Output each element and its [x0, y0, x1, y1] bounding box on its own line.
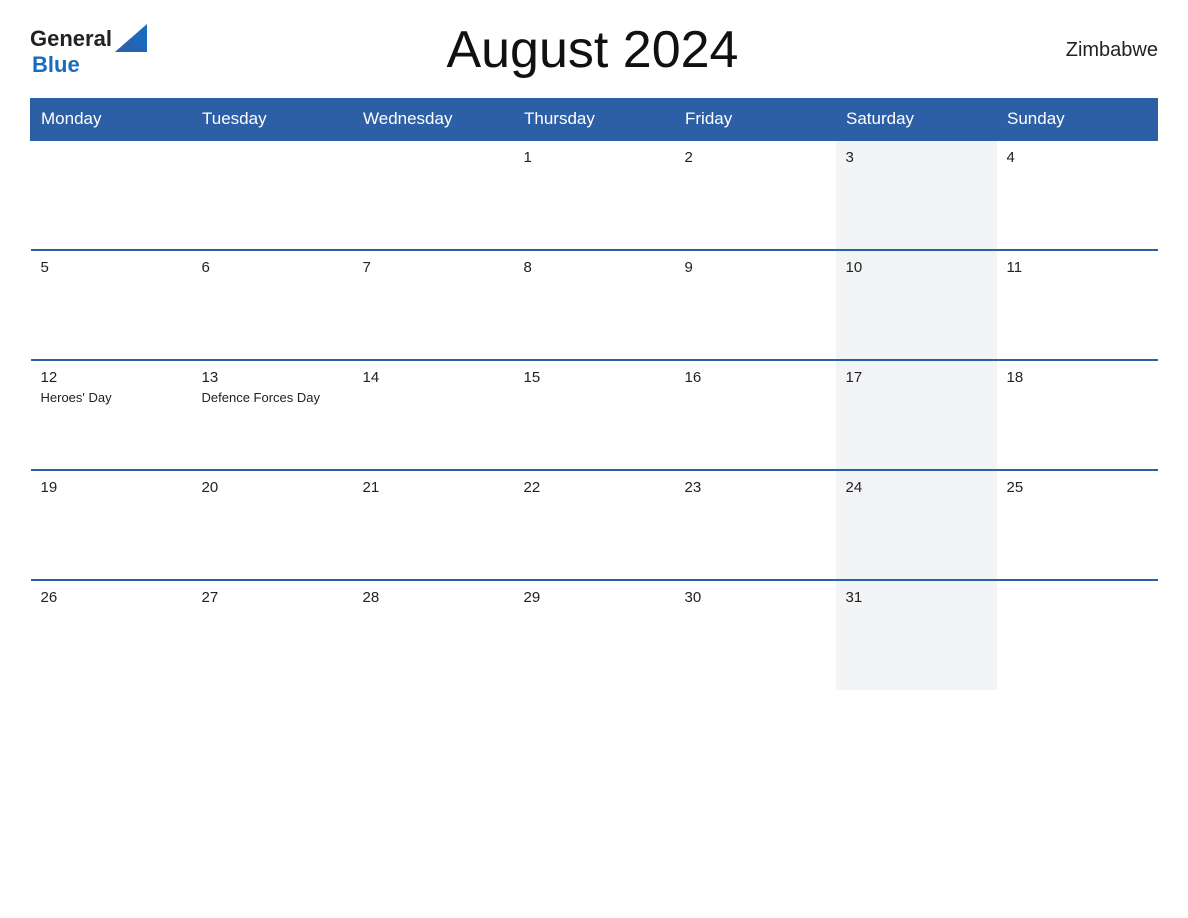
country-label: Zimbabwe: [1038, 39, 1158, 62]
calendar-cell: 17: [836, 360, 997, 470]
day-number: 26: [41, 589, 182, 606]
day-number: 24: [846, 479, 987, 496]
calendar-table: MondayTuesdayWednesdayThursdayFridaySatu…: [30, 98, 1158, 690]
calendar-cell: 11: [997, 250, 1158, 360]
calendar-cell: 25: [997, 470, 1158, 580]
calendar-cell: [997, 580, 1158, 690]
day-number: 14: [363, 369, 504, 386]
calendar-cell: 22: [514, 470, 675, 580]
day-number: 15: [524, 369, 665, 386]
calendar-cell: 3: [836, 140, 997, 250]
page-header: General Blue August 2024 Zimbabwe: [30, 20, 1158, 80]
weekday-header-tuesday: Tuesday: [192, 99, 353, 141]
month-title: August 2024: [147, 20, 1038, 80]
calendar-cell: 21: [353, 470, 514, 580]
calendar-cell: 18: [997, 360, 1158, 470]
calendar-cell: 10: [836, 250, 997, 360]
day-number: 17: [846, 369, 987, 386]
calendar-cell: [353, 140, 514, 250]
day-number: 18: [1007, 369, 1148, 386]
calendar-cell: 30: [675, 580, 836, 690]
calendar-cell: 1: [514, 140, 675, 250]
day-number: 3: [846, 149, 987, 166]
week-row-2: 5 6 7 8 9 10 11: [31, 250, 1158, 360]
calendar-cell: [31, 140, 192, 250]
logo-icon: [115, 24, 147, 52]
day-number: 6: [202, 259, 343, 276]
weekday-header-sunday: Sunday: [997, 99, 1158, 141]
day-number: 31: [846, 589, 987, 606]
day-number: 28: [363, 589, 504, 606]
calendar-cell: 5: [31, 250, 192, 360]
day-number: 29: [524, 589, 665, 606]
logo: General Blue: [30, 24, 147, 77]
logo-general-text: General: [30, 28, 112, 50]
holiday-label: Heroes' Day: [41, 390, 112, 405]
calendar-cell: 27: [192, 580, 353, 690]
day-number: 11: [1007, 259, 1148, 276]
day-number: 2: [685, 149, 826, 166]
day-number: 5: [41, 259, 182, 276]
week-row-1: 1 2 3 4: [31, 140, 1158, 250]
calendar-cell: 24: [836, 470, 997, 580]
day-number: 12: [41, 369, 182, 386]
week-row-3: 12 Heroes' Day 13 Defence Forces Day 14 15 16 1…: [31, 360, 1158, 470]
calendar-cell: 8: [514, 250, 675, 360]
calendar-cell: 13 Defence Forces Day: [192, 360, 353, 470]
weekday-header-monday: Monday: [31, 99, 192, 141]
weekday-header-row: MondayTuesdayWednesdayThursdayFridaySatu…: [31, 99, 1158, 141]
calendar-cell: 15: [514, 360, 675, 470]
day-number: 16: [685, 369, 826, 386]
weekday-header-saturday: Saturday: [836, 99, 997, 141]
calendar-cell: 26: [31, 580, 192, 690]
week-row-4: 19 20 21 22 23 24 25: [31, 470, 1158, 580]
day-number: 4: [1007, 149, 1148, 166]
day-number: 10: [846, 259, 987, 276]
day-number: 21: [363, 479, 504, 496]
day-number: 13: [202, 369, 343, 386]
day-number: 8: [524, 259, 665, 276]
calendar-cell: 9: [675, 250, 836, 360]
day-number: 22: [524, 479, 665, 496]
logo-blue-text: Blue: [32, 52, 80, 77]
weekday-header-thursday: Thursday: [514, 99, 675, 141]
calendar-cell: 2: [675, 140, 836, 250]
day-number: 19: [41, 479, 182, 496]
calendar-cell: 29: [514, 580, 675, 690]
calendar-cell: 7: [353, 250, 514, 360]
calendar-cell: [192, 140, 353, 250]
weekday-header-friday: Friday: [675, 99, 836, 141]
day-number: 30: [685, 589, 826, 606]
day-number: 25: [1007, 479, 1148, 496]
calendar-cell: 31: [836, 580, 997, 690]
calendar-cell: 14: [353, 360, 514, 470]
day-number: 23: [685, 479, 826, 496]
calendar-cell: 23: [675, 470, 836, 580]
calendar-cell: 28: [353, 580, 514, 690]
calendar-cell: 12 Heroes' Day: [31, 360, 192, 470]
holiday-label: Defence Forces Day: [202, 390, 321, 405]
day-number: 27: [202, 589, 343, 606]
weekday-header-wednesday: Wednesday: [353, 99, 514, 141]
calendar-cell: 4: [997, 140, 1158, 250]
day-number: 7: [363, 259, 504, 276]
week-row-5: 26 27 28 29 30 31: [31, 580, 1158, 690]
calendar-cell: 16: [675, 360, 836, 470]
day-number: 9: [685, 259, 826, 276]
calendar-cell: 20: [192, 470, 353, 580]
day-number: 20: [202, 479, 343, 496]
calendar-cell: 6: [192, 250, 353, 360]
day-number: 1: [524, 149, 665, 166]
calendar-cell: 19: [31, 470, 192, 580]
